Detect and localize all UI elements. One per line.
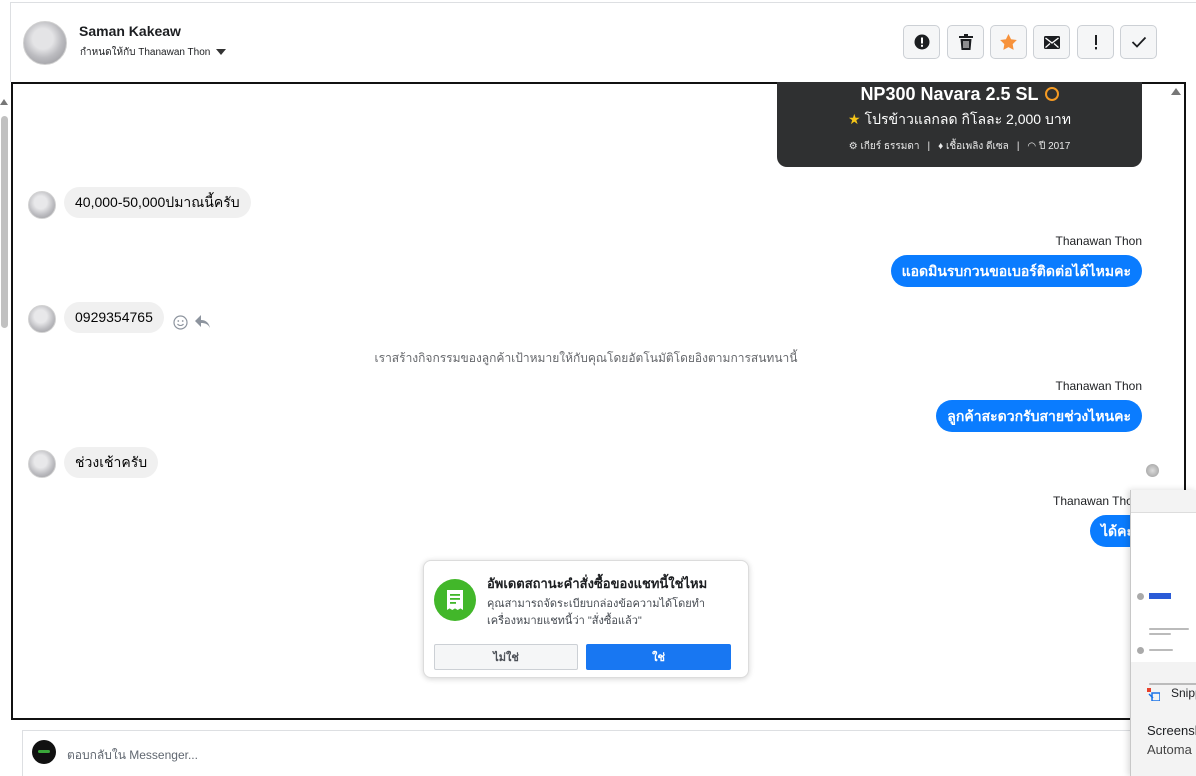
prompt-body: คุณสามารถจัดระเบียบกล่องข้อความได้โดยทำเ… <box>487 598 706 627</box>
conversation-header: Saman Kakeaw กำหนดให้กับ Thanawan Thon <box>10 2 1196 82</box>
smiley-react-icon[interactable] <box>173 315 188 330</box>
order-status-prompt: อัพเดตสถานะคำสั่งซื้อของแชทนี้ใช่ไหม คุณ… <box>423 560 749 678</box>
assign-dropdown[interactable]: กำหนดให้กับ Thanawan Thon <box>80 45 227 60</box>
page-scrollbar-thumb[interactable] <box>1 116 8 328</box>
thumb-line <box>1149 633 1171 635</box>
incoming-message[interactable]: 40,000-50,000ปมาณนี้ครับ <box>64 187 251 218</box>
incoming-message[interactable]: ช่วงเช้าครับ <box>64 447 159 478</box>
outgoing-message[interactable]: ลูกค้าสะดวกรับสายช่วงไหนคะ <box>936 400 1142 432</box>
assign-label: กำหนดให้กับ Thanawan Thon <box>80 47 211 58</box>
sender-name: Thanawan Thon <box>1055 234 1142 248</box>
envelope-icon <box>1043 35 1060 49</box>
incoming-message[interactable]: 0929354765 <box>64 302 164 333</box>
spec-year: ปี 2017 <box>1038 141 1071 152</box>
star-icon <box>1000 34 1017 50</box>
exclamation-icon <box>1094 34 1097 49</box>
fuel-drop-icon: ♦ <box>938 141 946 152</box>
yes-button[interactable]: ใช่ <box>586 644 731 670</box>
sender-name: Thanawan Thon <box>1053 494 1140 508</box>
delete-button[interactable] <box>947 25 984 59</box>
snipping-tool-icon <box>1147 688 1160 701</box>
page-scroll-up-arrow[interactable] <box>0 99 8 105</box>
product-title: NP300 Navara 2.5 SL <box>860 84 1039 104</box>
caret-down-icon <box>216 49 227 56</box>
thumb-line <box>1149 683 1196 685</box>
gauge-icon: ◠ <box>1027 141 1039 152</box>
screenshot-thumbnail[interactable] <box>1131 512 1196 685</box>
contact-avatar-small[interactable] <box>28 450 56 478</box>
receipt-icon <box>434 579 476 621</box>
spec-fuel: เชื้อเพลิง ดีเซล <box>945 141 1009 152</box>
thumb-line <box>1149 628 1189 630</box>
no-button[interactable]: ไม่ใช่ <box>434 644 578 670</box>
snip-title: Screensh <box>1147 723 1196 738</box>
product-card[interactable]: NP300 Navara 2.5 SL ★ โปรข้าวแลกลด กิโลละ… <box>777 82 1142 167</box>
star-icon: ★ <box>848 111 861 127</box>
mark-spam-button[interactable] <box>903 25 940 59</box>
mark-done-button[interactable] <box>1120 25 1157 59</box>
product-specs: ⚙ เกียร์ ธรรมดา | ♦ เชื้อเพลิง ดีเซล | ◠ ปี … <box>777 139 1142 154</box>
prompt-title: อัพเดตสถานะคำสั่งซื้อของแชทนี้ใช่ไหม <box>487 576 708 591</box>
contact-avatar-small[interactable] <box>28 305 56 333</box>
reply-arrow-icon[interactable] <box>194 314 211 330</box>
spec-separator: | <box>1016 141 1020 152</box>
trash-icon <box>958 34 973 50</box>
contact-avatar[interactable] <box>23 21 67 65</box>
gear-icon: ⚙ <box>848 141 861 152</box>
reply-composer[interactable]: ตอบกลับใน Messenger... <box>22 730 1142 776</box>
thumb-highlight <box>1149 593 1171 599</box>
product-title-row: NP300 Navara 2.5 SL <box>777 84 1142 105</box>
product-promo: โปรข้าวแลกลด กิโลละ 2,000 บาท <box>864 111 1071 127</box>
snipping-notification[interactable]: Snipp Screensh Automa <box>1130 490 1196 776</box>
thumb-avatar <box>1137 593 1144 600</box>
inbox-chat-view: Saman Kakeaw กำหนดให้กับ Thanawan Thon N… <box>0 0 1196 776</box>
spec-transmission: เกียร์ ธรรมดา <box>860 141 920 152</box>
alert-circle-icon <box>914 34 929 50</box>
outgoing-message[interactable]: แอดมินรบกวนขอเบอร์ติดต่อได้ไหมคะ <box>890 255 1142 287</box>
spec-separator: | <box>927 141 931 152</box>
thumb-line <box>1149 649 1173 651</box>
system-note: เราสร้างกิจกรรมของลูกค้าเป้าหมายให้กับคุ… <box>374 351 798 365</box>
contact-name[interactable]: Saman Kakeaw <box>79 23 181 39</box>
verified-icon <box>1044 87 1059 102</box>
follow-up-button[interactable] <box>1077 25 1114 59</box>
snip-subtitle: Automa <box>1147 742 1192 757</box>
star-button[interactable] <box>990 25 1027 59</box>
sender-name: Thanawan Thon <box>1055 379 1142 393</box>
snip-app-name: Snipp <box>1171 686 1196 700</box>
chat-scroll-up-arrow[interactable] <box>1171 88 1181 95</box>
contact-avatar-small[interactable] <box>28 191 56 219</box>
seen-indicator-avatar <box>1146 464 1159 477</box>
thumb-avatar <box>1137 647 1144 654</box>
mark-unread-button[interactable] <box>1033 25 1070 59</box>
product-promo-row: ★ โปรข้าวแลกลด กิโลละ 2,000 บาท <box>777 109 1142 131</box>
reply-input[interactable]: ตอบกลับใน Messenger... <box>67 746 198 765</box>
check-icon <box>1131 36 1146 48</box>
page-avatar <box>32 740 56 764</box>
